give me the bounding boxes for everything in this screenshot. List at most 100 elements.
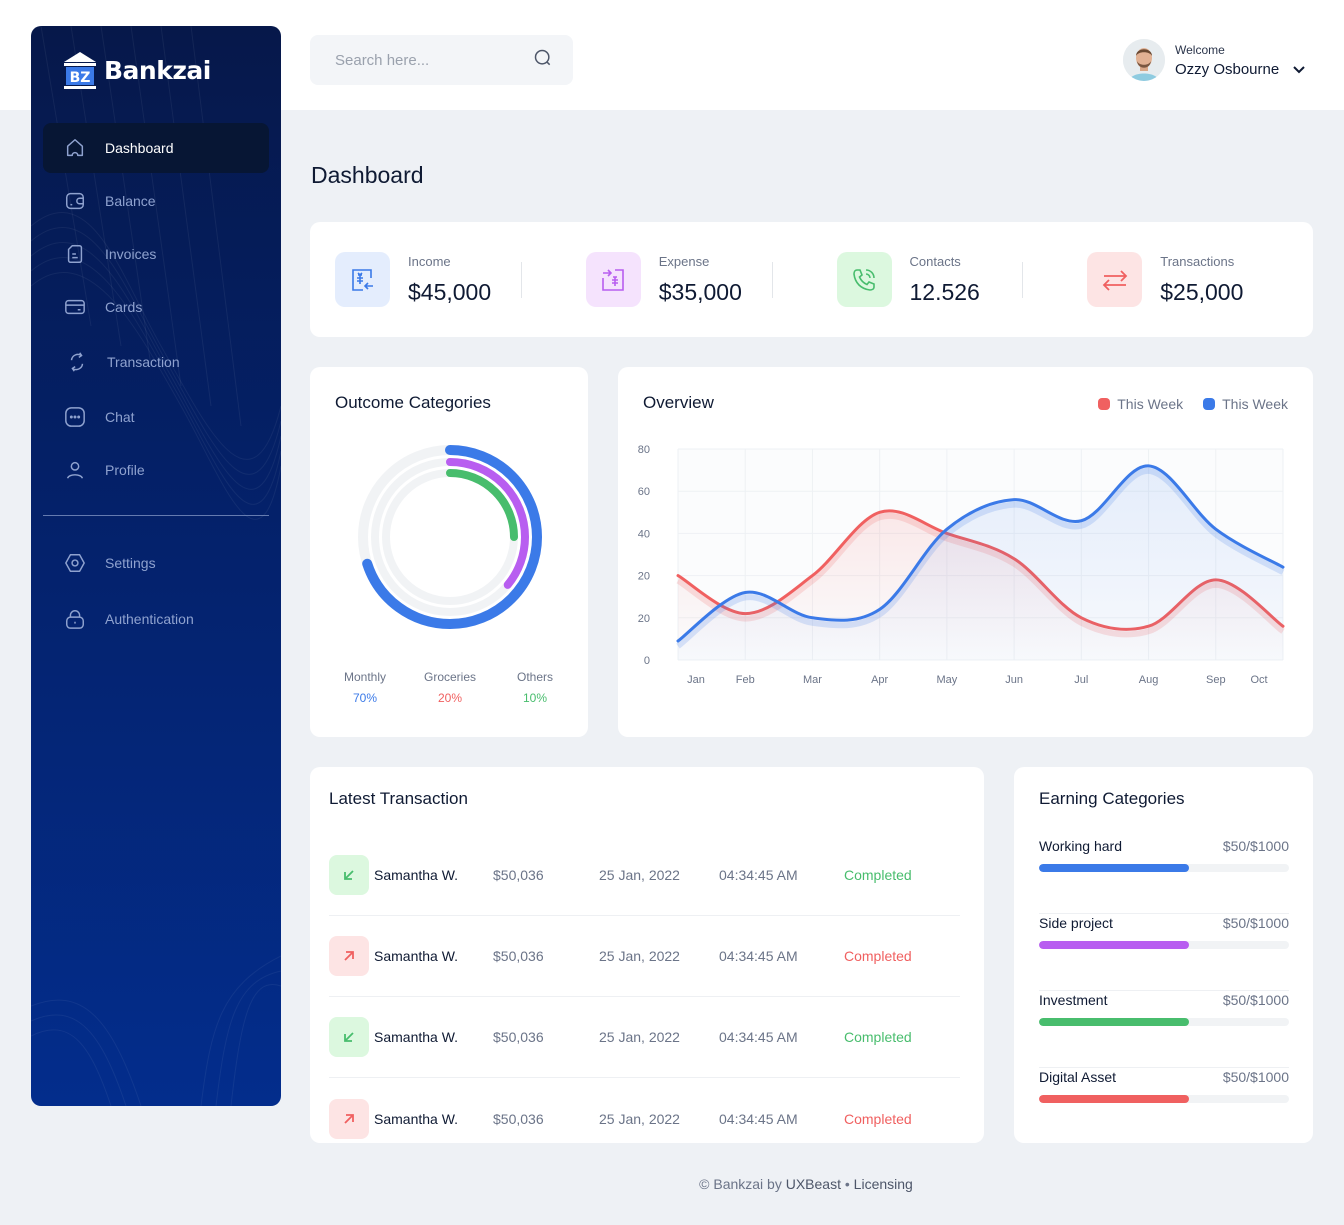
transaction-time: 04:34:45 AM (719, 1029, 798, 1045)
transaction-row[interactable]: Samantha W. $50,036 25 Jan, 2022 04:34:45 A… (329, 916, 960, 997)
chevron-down-icon[interactable] (1293, 61, 1305, 78)
transaction-row[interactable]: Samantha W. $50,036 25 Jan, 2022 04:34:45 A… (329, 1078, 960, 1159)
sidebar-item-label: Invoices (105, 246, 157, 262)
earning-item: Working hard $50/$1000 (1039, 837, 1289, 914)
sidebar-item-label: Settings (105, 555, 156, 571)
sidebar-item-chat[interactable]: Chat (43, 392, 269, 442)
transaction-amount: $50,036 (493, 867, 544, 883)
legend-groceries: Groceries 20% (415, 670, 485, 705)
transaction-date: 25 Jan, 2022 (599, 867, 680, 883)
y-tick-label: 0 (644, 655, 650, 667)
bank-logo-icon: BZ (64, 52, 96, 89)
y-tick-label: 20 (638, 613, 650, 625)
latest-transaction-card: Latest Transaction Samantha W. $50,036 25 … (310, 767, 984, 1143)
income-icon (335, 252, 390, 307)
search-icon[interactable] (533, 48, 553, 73)
outcome-radial-chart (358, 445, 542, 629)
transaction-amount: $50,036 (493, 1029, 544, 1045)
sidebar: BZ Bankzai Dashboard Balance Invoices Ca… (31, 26, 281, 1106)
legend-label: Monthly (343, 670, 387, 684)
stat-label: Contacts (909, 253, 961, 269)
progress-bar (1039, 1095, 1289, 1103)
footer-separator: • (844, 1176, 850, 1192)
stat-label: Income (408, 253, 451, 269)
earning-list: Working hard $50/$1000 Side project $50/$10… (1039, 837, 1289, 1145)
user-menu[interactable]: Welcome Ozzy Osbourne (1123, 39, 1305, 81)
sidebar-item-label: Profile (105, 462, 145, 478)
legend-label: Groceries (423, 670, 476, 684)
transaction-time: 04:34:45 AM (719, 948, 798, 964)
x-tick-label: Apr (871, 674, 888, 686)
sidebar-item-label: Balance (105, 193, 156, 209)
footer-copyright: © Bankzai by (699, 1176, 782, 1192)
welcome-label: Welcome (1175, 42, 1225, 57)
progress-fill (1039, 1018, 1189, 1026)
sidebar-item-cards[interactable]: Cards (43, 282, 269, 332)
x-tick-label: May (936, 674, 957, 686)
y-tick-label: 40 (638, 528, 650, 540)
sidebar-item-transaction[interactable]: Transaction (43, 337, 269, 387)
transaction-status: Completed (844, 1110, 912, 1127)
progress-bar (1039, 864, 1289, 872)
earning-label: Side project (1039, 915, 1113, 931)
page-title: Dashboard (311, 162, 424, 188)
x-tick-label: Sep (1206, 674, 1226, 686)
progress-fill (1039, 1095, 1189, 1103)
brand-name: Bankzai (104, 55, 211, 85)
sidebar-item-profile[interactable]: Profile (43, 445, 269, 495)
sidebar-item-settings[interactable]: Settings (43, 538, 269, 588)
sidebar-item-dashboard[interactable]: Dashboard (43, 123, 269, 173)
transaction-name: Samantha W. (374, 948, 459, 964)
footer-author-link[interactable]: UXBeast (786, 1176, 841, 1192)
transaction-time: 04:34:45 AM (719, 1110, 798, 1127)
sidebar-item-label: Transaction (107, 354, 180, 370)
sidebar-item-invoices[interactable]: Invoices (43, 229, 269, 279)
outcome-categories-card: Outcome Categories Monthly 70% Groceries… (310, 367, 588, 737)
transaction-time: 04:34:45 AM (719, 867, 798, 883)
transaction-amount: $50,036 (493, 1110, 544, 1127)
transaction-name: Samantha W. (374, 1110, 459, 1127)
sidebar-divider (43, 515, 269, 516)
sidebar-item-balance[interactable]: Balance (43, 176, 269, 226)
y-tick-label: 80 (638, 444, 650, 456)
x-tick-label: Feb (736, 674, 755, 686)
legend-monthly: Monthly 70% (330, 670, 400, 705)
search-input[interactable] (335, 51, 515, 69)
earning-value: $50/$1000 (1222, 915, 1289, 931)
sidebar-item-label: Chat (105, 409, 135, 425)
sidebar-item-label: Dashboard (105, 140, 174, 156)
legend-label: Others (516, 670, 553, 684)
earning-item: Digital Asset $50/$1000 (1039, 1068, 1289, 1145)
stat-income: Income $45,000 (310, 252, 561, 307)
transaction-status: Completed (844, 948, 912, 964)
stat-label: Transactions (1160, 253, 1235, 269)
brand-logo[interactable]: BZ Bankzai (62, 50, 211, 90)
card-icon (63, 295, 87, 319)
transaction-row[interactable]: Samantha W. $50,036 25 Jan, 2022 04:34:45 A… (329, 835, 960, 916)
stats-card: Income $45,000 Expense $35,000 Contacts … (310, 222, 1313, 337)
stat-value: $25,000 (1160, 278, 1244, 305)
arrow-down-left-icon (329, 1017, 369, 1057)
x-tick-label: Jul (1074, 674, 1088, 686)
earning-item: Investment $50/$1000 (1039, 991, 1289, 1068)
transaction-status: Completed (844, 867, 912, 883)
transaction-date: 25 Jan, 2022 (599, 1110, 680, 1127)
phone-icon (836, 252, 892, 307)
earning-label: Investment (1039, 992, 1108, 1008)
transaction-row[interactable]: Samantha W. $50,036 25 Jan, 2022 04:34:45 A… (329, 997, 960, 1078)
overview-line-chart: 0 20 20 40 60 80 Jan Feb Mar Apr May Jun Jul Aug Sep Oc… (638, 444, 1285, 686)
stat-value: $35,000 (658, 278, 742, 305)
transaction-list: Samantha W. $50,036 25 Jan, 2022 04:34:45 A… (329, 835, 960, 1159)
footer-licensing-link[interactable]: Licensing (854, 1176, 913, 1192)
sidebar-item-label: Authentication (105, 611, 194, 627)
chat-icon (63, 405, 87, 429)
card-title: Outcome Categories (335, 393, 491, 412)
y-tick-label: 60 (638, 486, 650, 498)
sidebar-item-authentication[interactable]: Authentication (43, 594, 269, 644)
arrow-down-left-icon (329, 855, 369, 895)
card-title: Latest Transaction (329, 789, 468, 808)
earning-item: Side project $50/$1000 (1039, 914, 1289, 991)
overview-card: Overview This Week This Week 0 20 20 40 60 80… (618, 367, 1313, 737)
sidebar-item-label: Cards (105, 299, 143, 315)
brand-monogram: BZ (70, 70, 91, 86)
